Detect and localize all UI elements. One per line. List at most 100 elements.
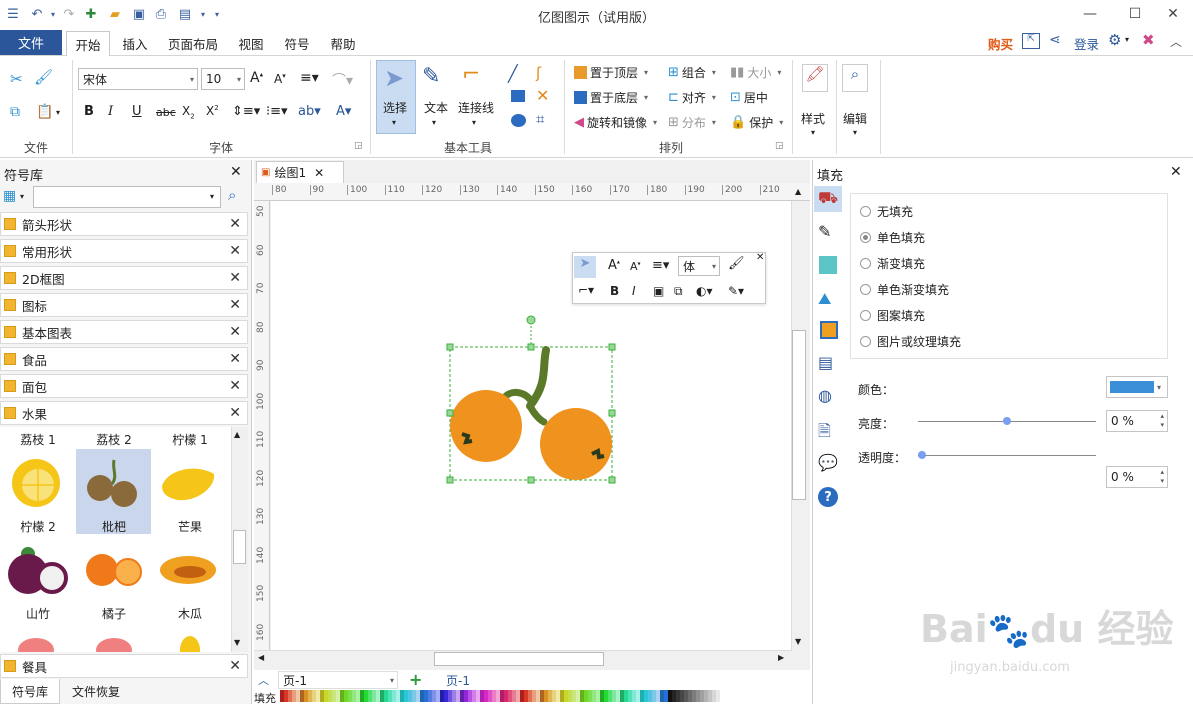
curve-tool-icon[interactable]: ʃ (536, 64, 541, 82)
loquat-icon[interactable] (82, 456, 144, 512)
canvas-scroll-up-icon[interactable]: ▲ (795, 187, 801, 196)
style-dropdown-icon[interactable]: ▾ (811, 128, 815, 137)
fill-option[interactable]: 渐变填充 (860, 250, 961, 276)
collapse-ribbon-icon[interactable]: ︿ (1170, 33, 1182, 50)
hyperlink-globe-icon[interactable]: ◍ (818, 386, 840, 408)
library-category-arrows[interactable]: 箭头形状 ✕ (0, 212, 248, 236)
mini-connector-icon[interactable]: ⌐▾ (578, 283, 594, 297)
library-category-tableware[interactable]: 餐具 ✕ (0, 654, 248, 678)
attachment-icon[interactable]: 🗎 (818, 420, 840, 442)
tab-insert[interactable]: 插入 (114, 30, 156, 56)
distribute-button[interactable]: ⊞ 分布 ▾ (668, 111, 719, 133)
mini-line-color-icon[interactable]: ✎▾ (728, 284, 744, 298)
protect-button[interactable]: 🔒 保护 ▾ (730, 111, 786, 133)
close-fill-panel-button[interactable]: ✕ (1170, 164, 1182, 180)
shrink-font-icon[interactable]: A▾ (274, 72, 286, 86)
settings-dropdown-icon[interactable]: ▾ (1125, 35, 1129, 44)
page-tab[interactable]: 页-1 (446, 672, 470, 689)
library-category-bread[interactable]: 面包 ✕ (0, 374, 248, 398)
subscript-icon[interactable]: X2 (182, 104, 195, 120)
tab-symbol[interactable]: 符号 (276, 30, 318, 56)
send-to-back-button[interactable]: 置于底层 ▾ (574, 86, 651, 108)
fill-option[interactable]: 图案填充 (860, 302, 961, 328)
fill-option[interactable]: 单色渐变填充 (860, 276, 961, 302)
image-icon[interactable]: ⛰ (818, 289, 840, 311)
mini-italic-icon[interactable]: I (632, 284, 636, 298)
transparency-input[interactable]: 0 % (1106, 466, 1168, 488)
library-category-food[interactable]: 食品 ✕ (0, 347, 248, 371)
redo-icon[interactable]: ↷ (60, 5, 78, 23)
transparency-slider-track[interactable] (918, 455, 1096, 456)
align-text-icon[interactable]: ≡▾ (300, 70, 319, 86)
library-search-input[interactable] (33, 186, 221, 208)
page-up-icon[interactable]: ︿ (258, 672, 269, 688)
mini-align-icon[interactable]: ≡▾ (652, 258, 669, 273)
format-painter-icon[interactable]: 🖌 (34, 68, 53, 86)
close-category-icon[interactable]: ✕ (229, 658, 241, 674)
close-category-icon[interactable]: ✕ (229, 324, 241, 340)
underline-icon[interactable]: U (132, 104, 142, 119)
close-category-icon[interactable]: ✕ (229, 216, 241, 232)
canvas-vscroll-thumb[interactable] (792, 330, 806, 500)
mangosteen-icon[interactable] (6, 542, 68, 598)
superscript-icon[interactable]: X2 (206, 104, 219, 118)
rectangle-tool-icon[interactable] (511, 90, 525, 102)
add-page-icon[interactable]: + (409, 670, 422, 689)
edit-button-label[interactable]: 编辑 (843, 110, 867, 127)
text-color-icon[interactable]: ab▾ (298, 104, 321, 119)
customize-toolbar-icon[interactable]: ▾ (208, 5, 226, 23)
layer-icon[interactable] (820, 321, 838, 339)
rotate-mirror-button[interactable]: ◀ 旋转和镜像 ▾ (574, 111, 660, 133)
tab-file-recovery[interactable]: 文件恢复 (64, 679, 128, 704)
transparency-slider-knob[interactable] (918, 451, 926, 459)
indent-icon[interactable]: ⇕≡▾ (232, 104, 260, 119)
paste-dropdown-icon[interactable]: ▾ (56, 108, 60, 117)
text-tool-label[interactable]: 文本 (424, 99, 448, 116)
mango-icon[interactable] (158, 462, 220, 506)
bring-to-front-button[interactable]: 置于顶层 ▾ (574, 61, 651, 83)
page-select[interactable]: 页-1 ▾ (278, 671, 398, 689)
text-tool-icon[interactable]: ✎ (422, 64, 440, 89)
loquat-shape-selected[interactable] (440, 310, 624, 490)
app-menu-icon[interactable]: ☰ (4, 5, 22, 23)
text-dropdown-icon[interactable]: ▾ (432, 118, 436, 127)
cut-icon[interactable]: ✂ (10, 70, 23, 88)
brightness-input[interactable]: 0 % (1106, 410, 1168, 432)
minimize-button[interactable]: — (1069, 0, 1111, 28)
share-window-icon[interactable]: ⇱ (1022, 33, 1040, 49)
strikethrough-icon[interactable]: abc (156, 106, 176, 119)
search-icon[interactable]: ⌕ (228, 186, 236, 204)
page-properties-icon[interactable]: ▤ (818, 353, 840, 375)
library-category-common[interactable]: 常用形状 ✕ (0, 239, 248, 263)
save-icon[interactable]: ▣ (130, 5, 148, 23)
mini-fill-icon[interactable]: ◐▾ (696, 284, 713, 298)
tab-page-layout[interactable]: 页面布局 (162, 30, 224, 56)
export-icon[interactable]: ▤ (176, 5, 194, 23)
fill-option[interactable]: 图片或纹理填充 (860, 328, 961, 354)
copy-icon[interactable]: ⧉ (10, 104, 20, 120)
new-file-icon[interactable]: ✚ (82, 5, 100, 23)
close-category-icon[interactable]: ✕ (229, 243, 241, 259)
file-menu-button[interactable]: 文件 (0, 30, 62, 55)
arrange-dialog-launcher-icon[interactable]: ◲ (775, 141, 784, 151)
center-button[interactable]: ⊡ 居中 (730, 86, 768, 108)
tab-home[interactable]: 开始 (66, 31, 110, 57)
buy-link[interactable]: 购买 (988, 34, 1013, 53)
italic-icon[interactable]: I (108, 104, 113, 119)
canvas-scroll-right-icon[interactable]: ▶ (778, 653, 784, 662)
style-icon[interactable]: 🖍 (802, 64, 828, 92)
font-size-select[interactable]: 10 ▾ (201, 68, 245, 90)
papaya-icon[interactable] (158, 550, 220, 590)
library-scroll-thumb[interactable] (233, 530, 246, 564)
mini-bold-icon[interactable]: B (610, 284, 619, 298)
comment-icon[interactable]: 💬 (818, 453, 840, 475)
fill-option[interactable]: 无填充 (860, 198, 961, 224)
line-spacing-icon[interactable]: ⌒▾ (332, 70, 353, 90)
library-category-fruit[interactable]: 水果 ✕ (0, 401, 248, 425)
font-dialog-launcher-icon[interactable]: ◲ (354, 141, 363, 151)
library-category-2d-block[interactable]: 2D框图 ✕ (0, 266, 248, 290)
share-icon[interactable]: ⋖ (1049, 32, 1061, 48)
mini-font-select[interactable]: 体 ▾ (678, 256, 720, 276)
settings-gear-icon[interactable]: ⚙ (1108, 31, 1121, 49)
edit-dropdown-icon[interactable]: ▾ (853, 128, 857, 137)
